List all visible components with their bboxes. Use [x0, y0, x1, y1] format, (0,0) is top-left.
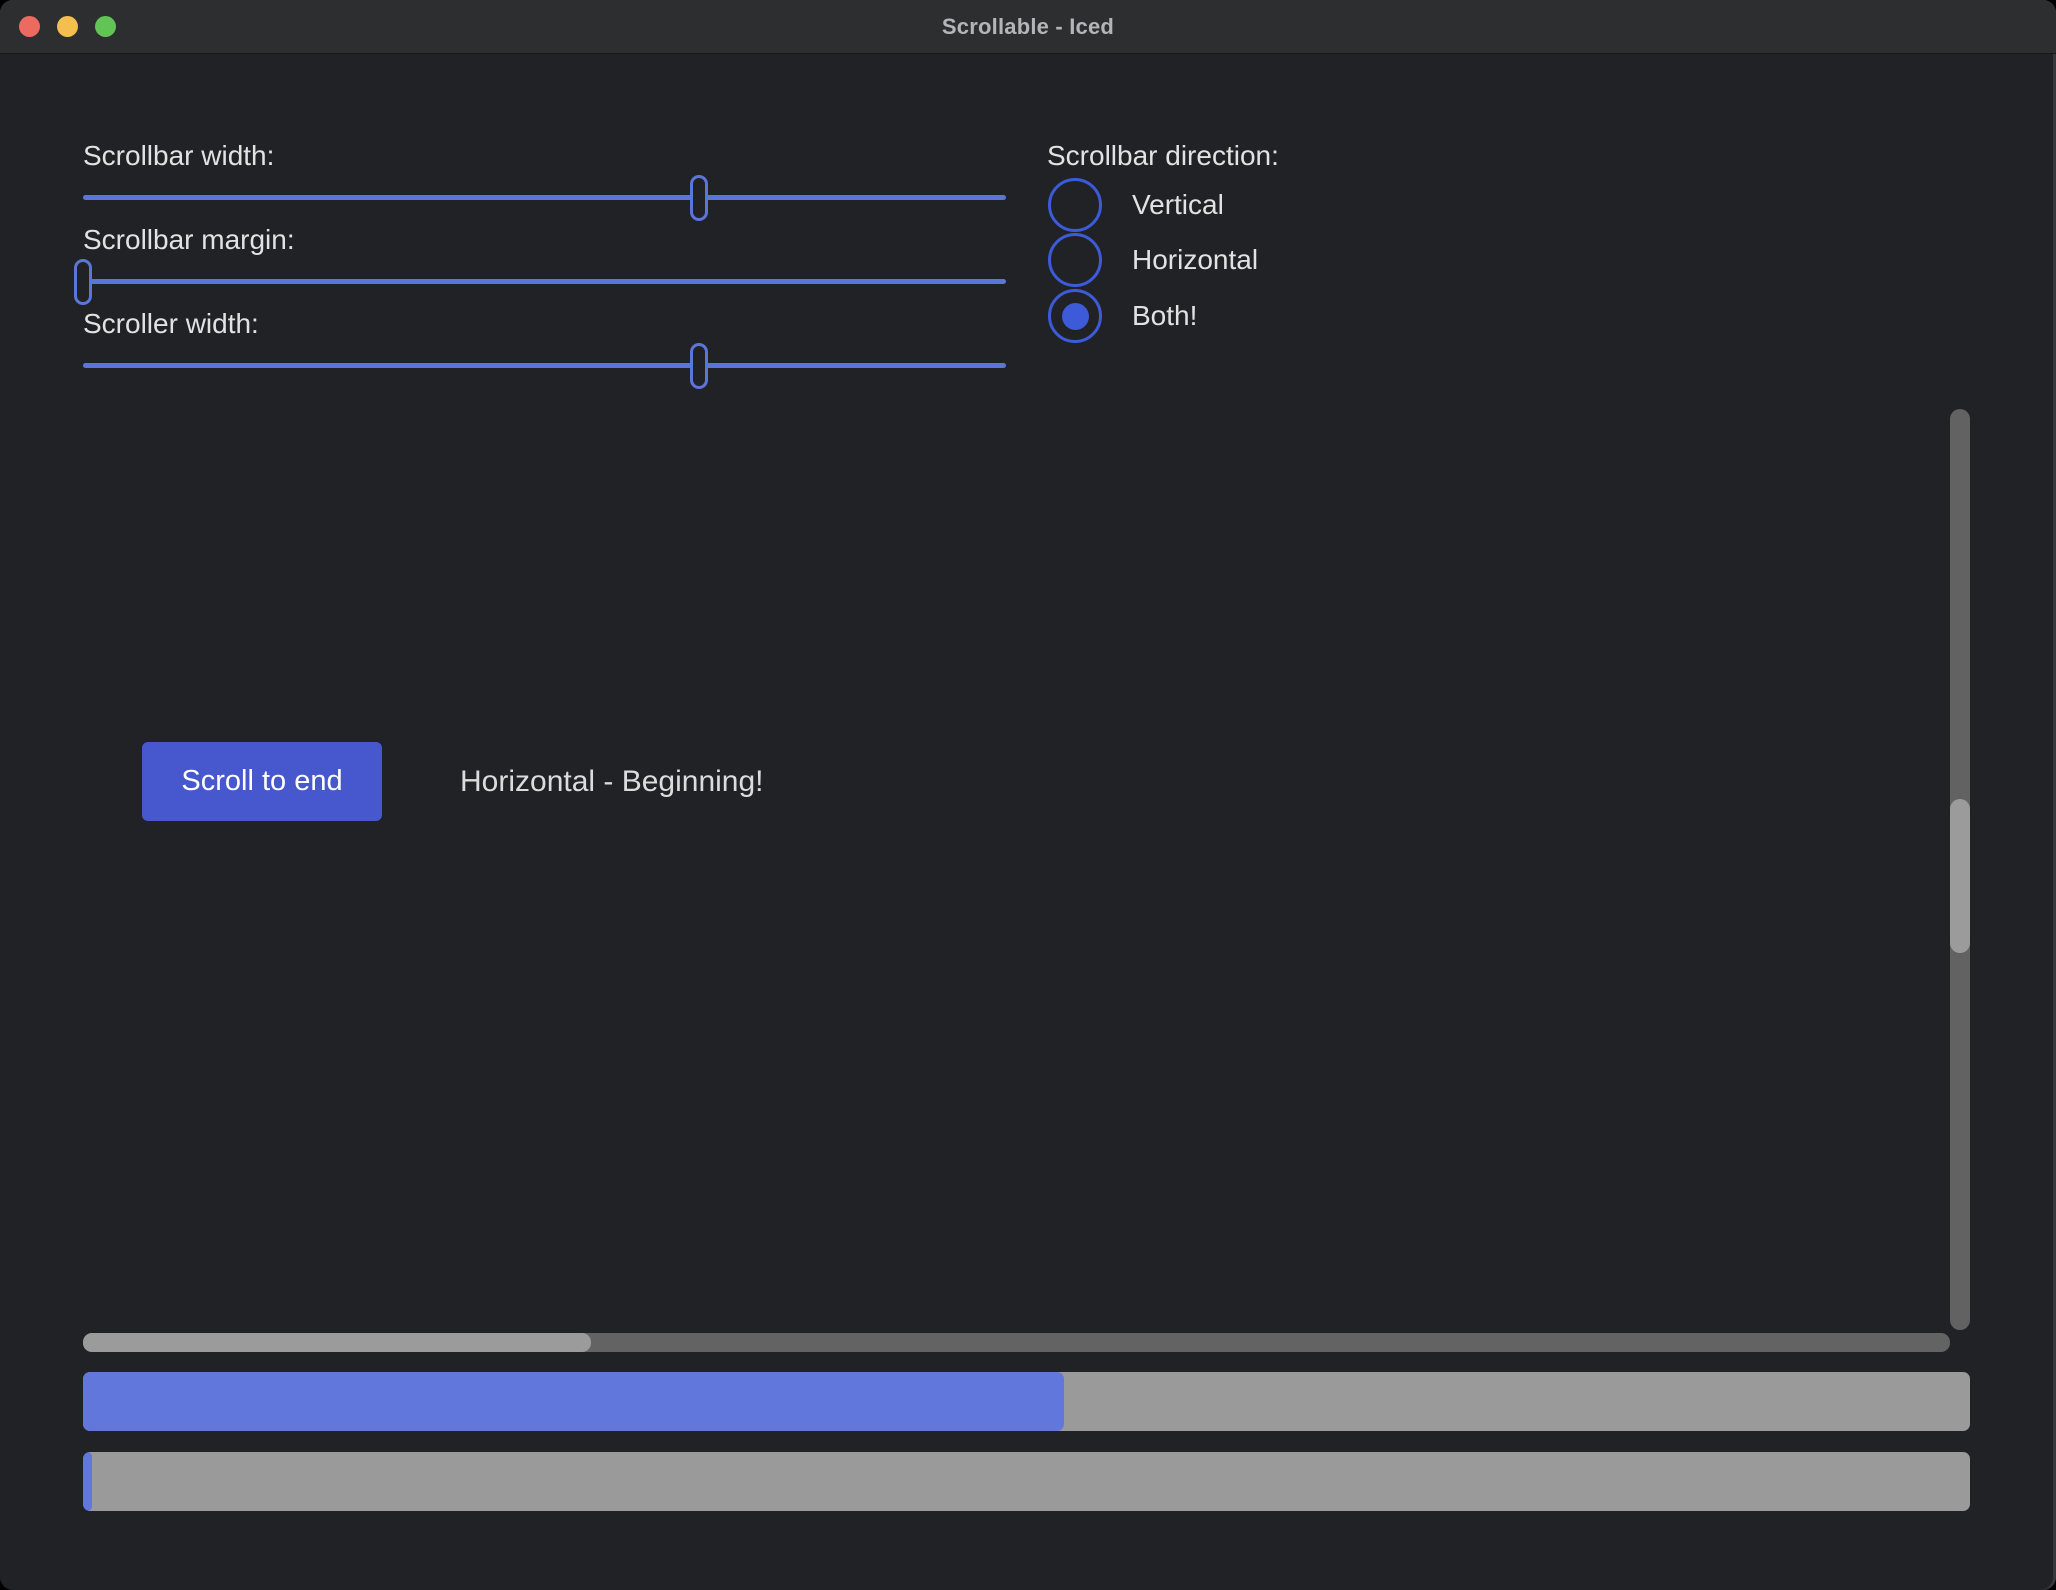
progress-fill [83, 1452, 92, 1511]
slider-handle[interactable] [690, 343, 708, 389]
slider-handle[interactable] [74, 259, 92, 305]
slider-track[interactable] [83, 363, 1006, 368]
scrollbar-margin-label: Scrollbar margin: [83, 224, 295, 256]
close-button[interactable] [19, 16, 40, 37]
scrollbar-direction-label: Scrollbar direction: [1047, 140, 1279, 172]
app-window: Scrollable - Iced Scrollbar width: Scrol… [0, 0, 2056, 1590]
vertical-scrollbar-thumb[interactable] [1950, 799, 1970, 954]
horizontal-progress-bar [83, 1452, 1970, 1511]
radio-both-label: Both! [1132, 300, 1197, 332]
scrollbar-margin-slider[interactable] [83, 259, 1006, 305]
scroller-width-label: Scroller width: [83, 308, 259, 340]
slider-track[interactable] [83, 195, 1006, 200]
traffic-lights [19, 0, 116, 53]
radio-circle-icon [1048, 289, 1102, 343]
vertical-scrollbar-track[interactable] [1950, 409, 1970, 1330]
horizontal-scrollbar-track[interactable] [83, 1333, 1950, 1352]
radio-circle-icon [1048, 178, 1102, 232]
scroll-to-end-button[interactable]: Scroll to end [142, 742, 382, 821]
slider-handle[interactable] [690, 175, 708, 221]
radio-both[interactable]: Both! [1048, 289, 1197, 343]
minimize-button[interactable] [57, 16, 78, 37]
scrollbar-width-label: Scrollbar width: [83, 140, 274, 172]
window-title: Scrollable - Iced [942, 14, 1114, 40]
radio-horizontal-label: Horizontal [1132, 244, 1258, 276]
radio-vertical[interactable]: Vertical [1048, 178, 1224, 232]
progress-fill [83, 1372, 1064, 1431]
slider-track[interactable] [83, 279, 1006, 284]
radio-circle-icon [1048, 233, 1102, 287]
scrollbar-width-slider[interactable] [83, 175, 1006, 221]
scroller-width-slider[interactable] [83, 343, 1006, 389]
radio-vertical-label: Vertical [1132, 189, 1224, 221]
radio-dot-icon [1062, 303, 1089, 330]
horizontal-scrollbar-thumb[interactable] [83, 1333, 591, 1352]
radio-horizontal[interactable]: Horizontal [1048, 233, 1258, 287]
titlebar: Scrollable - Iced [0, 0, 2056, 54]
zoom-button[interactable] [95, 16, 116, 37]
vertical-progress-bar [83, 1372, 1970, 1431]
scroll-status-text: Horizontal - Beginning! [460, 742, 764, 821]
